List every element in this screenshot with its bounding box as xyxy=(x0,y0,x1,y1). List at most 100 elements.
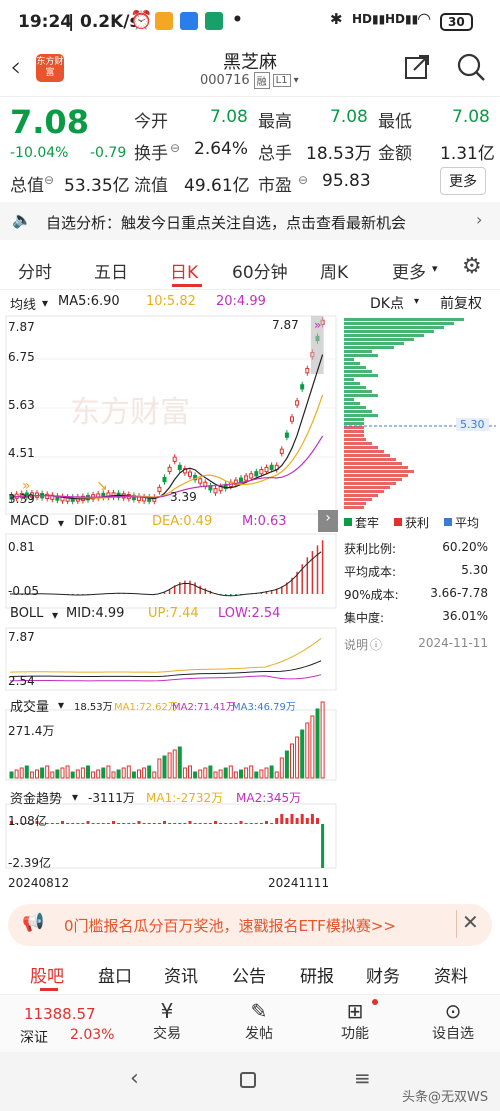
post-button[interactable]: ✎ 发帖 xyxy=(234,999,284,1043)
note-label[interactable]: 说明 xyxy=(344,638,368,652)
dot-icon: • xyxy=(232,10,243,30)
candle-body xyxy=(295,400,300,406)
dk-point-label[interactable]: DK点 xyxy=(370,293,404,313)
chip-stat-row: 获利比例: 60.20% xyxy=(344,540,488,556)
nav-home-icon[interactable] xyxy=(240,1072,256,1088)
fund-bar xyxy=(239,821,243,824)
volume-bar xyxy=(111,771,116,779)
macd-label[interactable]: MACD xyxy=(10,514,49,529)
boll-tick: 7.87 xyxy=(8,630,35,644)
nav-back-icon[interactable]: ‹ xyxy=(130,1066,139,1091)
tab-order-book[interactable]: 盘口 xyxy=(98,962,132,987)
collapse-icon[interactable]: › xyxy=(318,510,338,532)
nav-menu-icon[interactable]: ≡ xyxy=(354,1066,371,1090)
ma-label[interactable]: 均线 xyxy=(10,294,36,313)
fund-bar xyxy=(300,814,304,824)
help-icon[interactable]: ⓘ xyxy=(370,638,382,652)
tab-profile[interactable]: 资料 xyxy=(434,962,468,987)
fund-bar xyxy=(208,823,212,824)
tab-news[interactable]: 资讯 xyxy=(164,962,198,987)
volume-bar xyxy=(157,758,162,779)
chip-stats: 获利比例: 60.20% 平均成本: 5.30 90%成本: 3.66-7.78 集中… xyxy=(344,540,494,659)
chip-bar xyxy=(344,402,360,405)
chevron-down-icon[interactable]: ▾ xyxy=(294,75,299,86)
chip-bar xyxy=(344,482,396,485)
chip-bar xyxy=(344,366,366,369)
low-label: 最低 xyxy=(378,112,412,132)
tab-finance[interactable]: 财务 xyxy=(366,962,400,987)
volume-bar xyxy=(162,755,167,779)
tab-minute[interactable]: 分时 xyxy=(18,258,52,283)
adjust-price-label[interactable]: 前复权 xyxy=(440,293,482,313)
chip-bar xyxy=(344,478,402,481)
fund-bar xyxy=(86,821,90,824)
functions-button[interactable]: ⊞ 功能 xyxy=(330,999,380,1043)
chip-bar xyxy=(344,394,378,397)
amount-value: 1.31亿 xyxy=(440,144,495,164)
promo-banner[interactable]: 📢 0门槛报名瓜分百万奖池，速戳报名ETF模拟赛>> ✕ xyxy=(8,904,492,946)
double-chevron-icon[interactable]: » xyxy=(22,478,31,494)
tab-research[interactable]: 研报 xyxy=(300,962,334,987)
dea-value: DEA:0.49 xyxy=(152,514,213,529)
volume-bar xyxy=(315,708,320,779)
chip-distribution[interactable] xyxy=(340,312,500,512)
volume-bar xyxy=(249,765,254,779)
index-value[interactable]: 11388.57 xyxy=(24,1005,96,1023)
macd-bars-group xyxy=(10,540,324,597)
tab-weekly-k[interactable]: 周K xyxy=(320,258,348,283)
fund-bar xyxy=(137,821,141,824)
volume-bar xyxy=(116,769,121,779)
more-button[interactable]: 更多 xyxy=(440,167,486,195)
index-name: 深证 xyxy=(20,1030,48,1046)
info-icon[interactable]: ⊖ xyxy=(44,173,54,187)
chevron-right-icon[interactable]: › xyxy=(476,210,482,229)
share-icon[interactable] xyxy=(404,54,430,80)
volume-bar xyxy=(239,769,243,779)
low-value: LOW:2.54 xyxy=(218,606,281,621)
volume-bar xyxy=(126,765,131,779)
fund-bar xyxy=(259,823,263,824)
tab-60min[interactable]: 60分钟 xyxy=(232,258,288,283)
more-circle-icon: ⊙ xyxy=(444,999,462,1023)
boll-label[interactable]: BOLL xyxy=(10,606,43,621)
fund-bar xyxy=(188,821,192,824)
candle-body xyxy=(162,476,167,483)
banner-text: 自选分析：触发今日重点关注自选，点击查看最新机会 xyxy=(46,214,407,232)
chevron-down-icon: ▾ xyxy=(52,608,59,622)
turnover-value: 2.64% xyxy=(194,139,249,159)
fund-bar xyxy=(61,821,64,824)
add-watchlist-button[interactable]: ⊙ 设自选 xyxy=(426,999,480,1043)
speaker-icon: 🔈 xyxy=(12,210,32,229)
tab-forum[interactable]: 股吧 xyxy=(30,962,64,987)
expand-icon[interactable]: » xyxy=(314,318,321,332)
avg-cost-tag: 5.30 xyxy=(456,418,489,431)
chevron-down-icon: ▾ xyxy=(72,790,79,804)
info-icon[interactable]: ⊖ xyxy=(298,173,308,187)
volume-bar xyxy=(305,722,310,779)
mid-value: MID:4.99 xyxy=(66,606,125,621)
analysis-banner[interactable]: 🔈 自选分析：触发今日重点关注自选，点击查看最新机会 › xyxy=(0,202,500,240)
volume-bar xyxy=(19,767,24,779)
chip-bar xyxy=(344,342,404,345)
search-icon[interactable] xyxy=(456,52,486,82)
fund-label[interactable]: 资金趋势 xyxy=(10,788,62,807)
tab-announcements[interactable]: 公告 xyxy=(232,962,266,987)
tab-more[interactable]: 更多 xyxy=(392,258,426,283)
chip-bar xyxy=(344,354,378,357)
chip-bar xyxy=(344,486,390,489)
m-value: M:0.63 xyxy=(242,514,287,529)
chip-bar xyxy=(344,398,354,401)
tab-five-day[interactable]: 五日 xyxy=(94,258,128,283)
tab-daily-k[interactable]: 日K xyxy=(170,258,198,283)
chip-bar xyxy=(344,370,372,373)
info-icon[interactable]: ⊖ xyxy=(170,141,180,155)
close-icon[interactable]: ✕ xyxy=(462,910,479,934)
trade-button[interactable]: ¥ 交易 xyxy=(142,999,192,1043)
chip-bar xyxy=(344,338,414,341)
volume-label[interactable]: 成交量 xyxy=(10,696,49,715)
arrow-icon[interactable]: ↘ xyxy=(96,478,108,494)
volume-bar xyxy=(274,771,279,779)
gear-icon[interactable]: ⚙ xyxy=(462,254,482,279)
fund-bar xyxy=(157,823,161,824)
legend-trapped: 套牢 xyxy=(355,516,380,530)
